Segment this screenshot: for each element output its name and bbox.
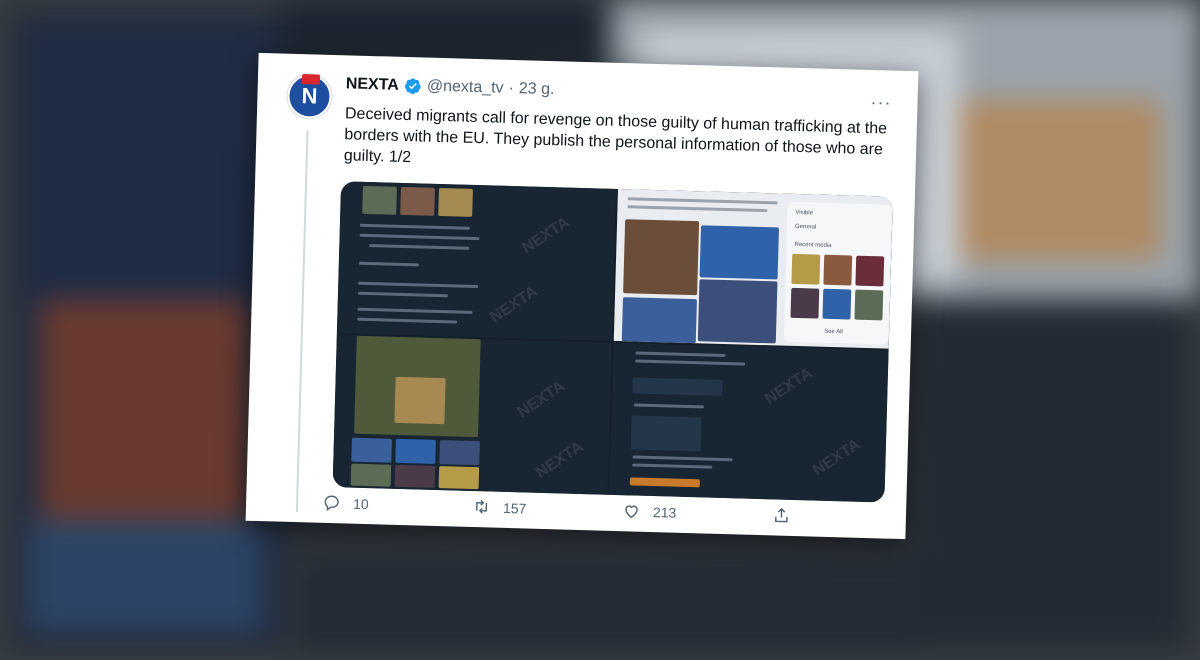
emoji-row bbox=[629, 477, 700, 488]
watermark: NEXTA bbox=[532, 438, 587, 482]
thread-line bbox=[295, 130, 309, 513]
watermark: NEXTA bbox=[519, 213, 573, 258]
separator-dot: · bbox=[508, 79, 515, 98]
avatar-flag bbox=[301, 74, 321, 85]
recent-thumb bbox=[854, 289, 884, 321]
media-image-2[interactable]: Visible General Recent media See All bbox=[613, 188, 893, 349]
thumb-person bbox=[438, 187, 473, 217]
watermark: NEXTA bbox=[514, 377, 569, 422]
share-button[interactable] bbox=[772, 505, 792, 525]
chat-line bbox=[635, 351, 726, 358]
thumb-person bbox=[350, 463, 392, 487]
chat-bubble bbox=[632, 377, 723, 396]
recent-media-label: Recent media bbox=[794, 241, 832, 249]
recent-thumb bbox=[823, 254, 853, 286]
text-line bbox=[369, 244, 470, 250]
chat-line bbox=[632, 455, 733, 462]
photo-officer bbox=[623, 219, 700, 296]
avatar[interactable]: N bbox=[286, 73, 333, 119]
chat-line bbox=[635, 359, 746, 366]
media-image-4[interactable]: NEXTA NEXTA bbox=[609, 342, 889, 503]
recent-thumb bbox=[822, 288, 852, 320]
more-options-icon[interactable]: ··· bbox=[870, 92, 892, 114]
photo-woman bbox=[697, 279, 778, 344]
reply-icon bbox=[324, 495, 339, 512]
thumb-person bbox=[400, 186, 435, 216]
side-panel: Visible General Recent media See All bbox=[783, 201, 892, 345]
photo-man bbox=[699, 225, 779, 280]
author-name[interactable]: NEXTA bbox=[346, 75, 400, 94]
retweet-icon bbox=[476, 499, 488, 514]
thumb-person bbox=[439, 440, 480, 466]
thumb-person bbox=[395, 438, 436, 464]
recent-thumb bbox=[790, 287, 820, 319]
tweet-card[interactable]: N NEXTA @nexta_tv · 23 g. ··· Deceived m… bbox=[245, 52, 919, 540]
photo-man bbox=[621, 297, 697, 344]
reply-button[interactable]: 10 bbox=[322, 493, 472, 516]
verified-badge-icon bbox=[404, 78, 421, 95]
watermark: NEXTA bbox=[487, 282, 541, 327]
general-label: General bbox=[794, 223, 817, 231]
text-line bbox=[359, 233, 480, 241]
text-line bbox=[627, 205, 768, 213]
tweet-text: Deceived migrants call for revenge on th… bbox=[343, 105, 888, 167]
chat-line bbox=[632, 463, 713, 469]
tweet-time[interactable]: 23 g. bbox=[519, 80, 555, 99]
chat-bubble bbox=[630, 415, 702, 452]
thumb-person bbox=[438, 466, 480, 490]
chat-line bbox=[633, 403, 704, 409]
like-count: 213 bbox=[652, 503, 677, 521]
watermark: NEXTA bbox=[809, 436, 864, 480]
text-line bbox=[358, 281, 479, 289]
recent-thumb bbox=[791, 253, 821, 285]
retweet-button[interactable]: 157 bbox=[472, 497, 622, 520]
avatar-letter: N bbox=[301, 83, 318, 109]
media-image-1[interactable]: NEXTA NEXTA bbox=[336, 181, 617, 341]
author-handle[interactable]: @nexta_tv bbox=[427, 78, 504, 98]
text-line bbox=[357, 317, 458, 324]
thumb-person bbox=[362, 185, 397, 215]
watermark: NEXTA bbox=[761, 364, 816, 409]
text-line bbox=[358, 261, 419, 267]
like-button[interactable]: 213 bbox=[622, 501, 772, 524]
photo-medals bbox=[394, 376, 446, 425]
retweet-count: 157 bbox=[502, 499, 527, 517]
see-all-link: See All bbox=[824, 328, 843, 336]
media-grid: NEXTA NEXTA Visible General Recent media… bbox=[332, 181, 893, 503]
text-line bbox=[627, 197, 778, 205]
thumb-person bbox=[394, 464, 436, 488]
thumb-person bbox=[351, 437, 392, 463]
visible-label: Visible bbox=[795, 209, 814, 217]
heart-icon bbox=[625, 505, 638, 519]
text-line bbox=[359, 223, 470, 230]
share-icon bbox=[775, 507, 788, 523]
reply-count: 10 bbox=[352, 495, 369, 512]
media-image-3[interactable]: NEXTA NEXTA bbox=[332, 335, 612, 495]
recent-thumb bbox=[855, 255, 885, 287]
text-line bbox=[357, 291, 448, 298]
tweet-header: NEXTA @nexta_tv · 23 g. bbox=[346, 75, 555, 99]
text-line bbox=[357, 307, 473, 314]
